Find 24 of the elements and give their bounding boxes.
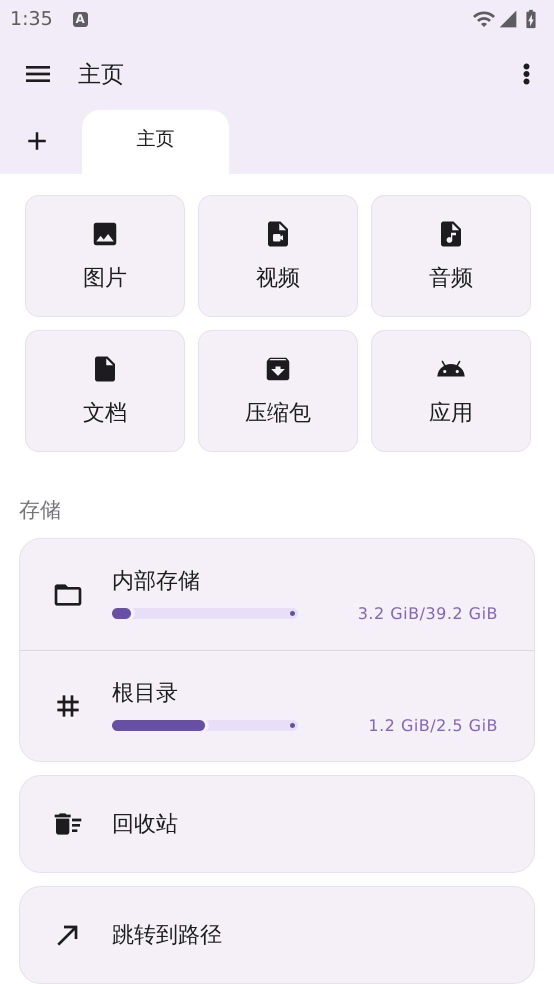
storage-row[interactable]: 根目录 1.2 GiB/2.5 GiB: [20, 650, 534, 761]
section-heading: 存储: [19, 497, 62, 524]
more-options-button[interactable]: [523, 63, 530, 85]
category-tile[interactable]: 压缩包: [198, 330, 358, 452]
action-label: 跳转到路径: [112, 922, 222, 950]
action-label: 回收站: [112, 811, 178, 839]
status-time: 1:35: [10, 8, 53, 30]
category-tile[interactable]: 文档: [25, 330, 185, 452]
category-tile[interactable]: 音频: [371, 195, 531, 317]
action-row[interactable]: 回收站: [20, 776, 534, 872]
storage-name: 根目录: [112, 680, 179, 708]
storage-row[interactable]: 内部存储 3.2 GiB/39.2 GiB: [20, 539, 534, 650]
signal-icon: [498, 9, 518, 29]
input-indicator: A: [72, 12, 88, 26]
tab[interactable]: 主页: [82, 110, 229, 174]
more-icon: [523, 63, 530, 85]
storage-name: 内部存储: [112, 568, 201, 596]
category-tile[interactable]: 应用: [371, 330, 531, 452]
category-tile[interactable]: 视频: [198, 195, 358, 317]
usage-reading: 3.2 GiB/39.2 GiB: [358, 604, 498, 623]
action-row[interactable]: 跳转到路径: [20, 887, 534, 983]
category-tile[interactable]: 图片: [25, 195, 185, 317]
usage-reading: 1.2 GiB/2.5 GiB: [368, 716, 498, 734]
app-title: 主页: [78, 60, 125, 90]
